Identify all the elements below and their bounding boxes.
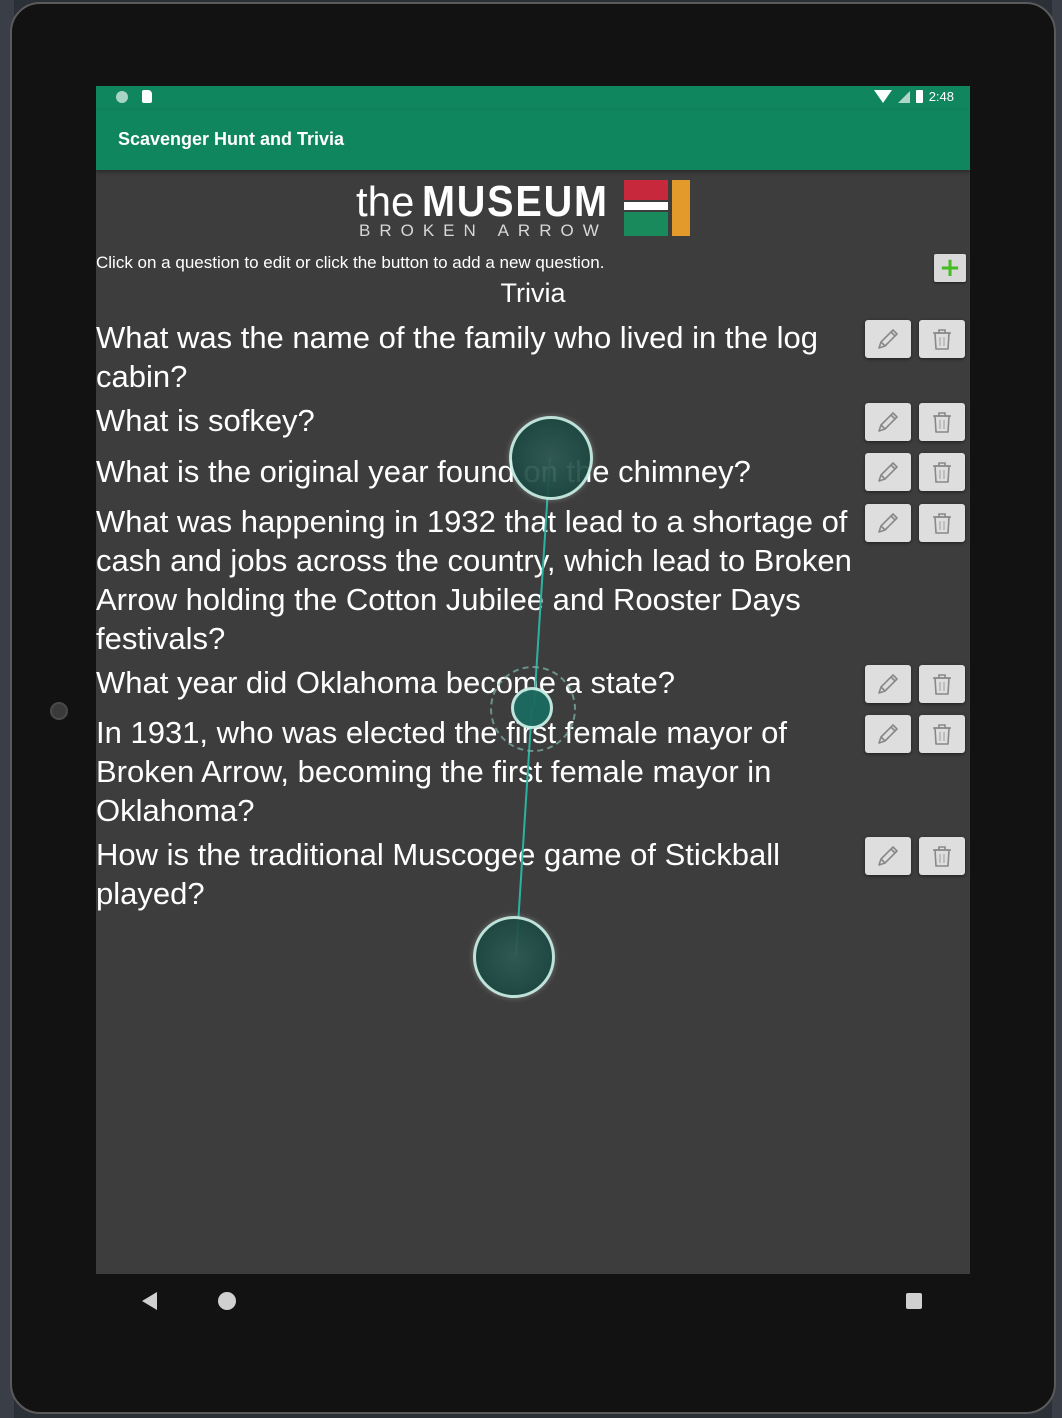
touch-mid-indicator — [511, 687, 553, 729]
device-screen: 2:48 Scavenger Hunt and Trivia the MUSEU… — [96, 86, 970, 1274]
back-icon[interactable] — [142, 1292, 157, 1310]
camera-icon — [50, 702, 68, 720]
recents-icon[interactable] — [906, 1293, 922, 1309]
touch-end-indicator — [473, 916, 555, 998]
home-icon[interactable] — [218, 1292, 236, 1310]
touch-start-indicator — [509, 416, 593, 500]
android-nav-bar — [96, 1274, 970, 1330]
